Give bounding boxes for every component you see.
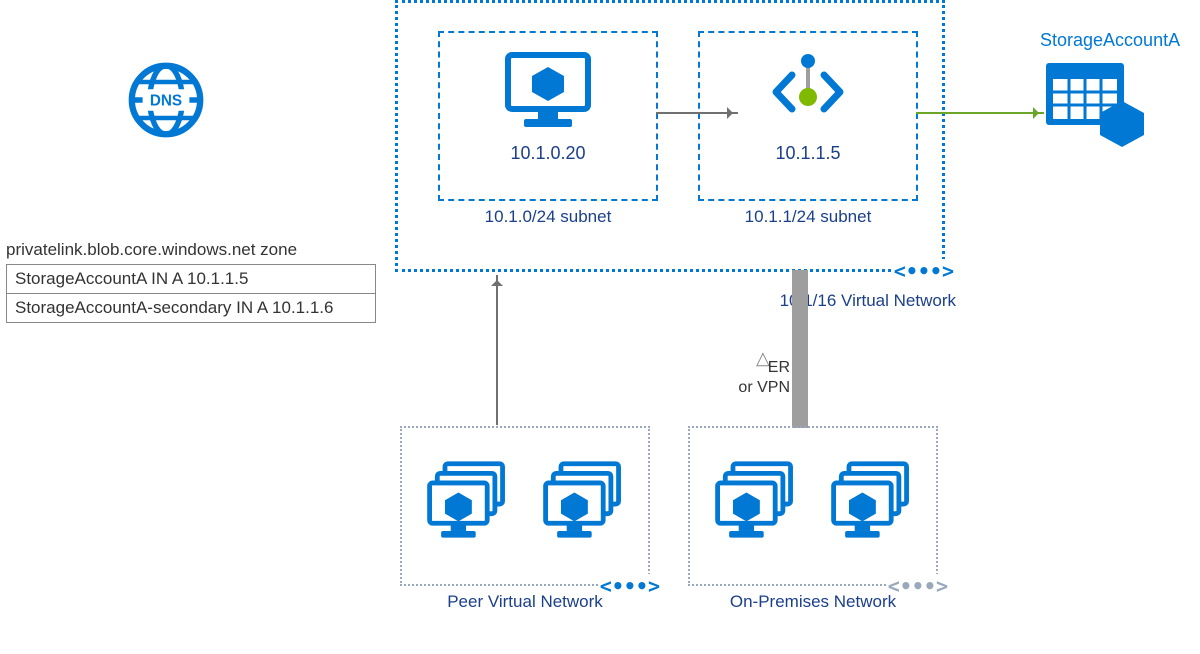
vm-cluster-icon xyxy=(420,458,516,554)
dns-globe-icon: DNS xyxy=(121,55,211,145)
subnet-label: 10.1.1/24 subnet xyxy=(700,207,916,227)
vnet-pin-icon: <•••> xyxy=(892,259,956,283)
subnet-endpoint-ip: 10.1.1.5 xyxy=(700,143,916,164)
subnet-label: 10.1.0/24 subnet xyxy=(440,207,656,227)
er-vpn-label: ER or VPN xyxy=(712,358,790,398)
peer-network-label: Peer Virtual Network xyxy=(402,592,648,612)
dns-zone-title: privatelink.blob.core.windows.net zone xyxy=(6,240,376,260)
vm-cluster-icon xyxy=(824,458,920,554)
storage-account: StorageAccountA xyxy=(1040,30,1180,157)
architecture-diagram: DNS privatelink.blob.core.windows.net zo… xyxy=(0,0,1200,654)
subnet-box: 10.1.0.20 10.1.0/24 subnet xyxy=(438,31,658,201)
storage-account-icon xyxy=(1040,57,1150,157)
dns-record: StorageAccountA-secondary IN A 10.1.1.6 xyxy=(7,294,376,323)
vm-cluster-icon xyxy=(536,458,632,554)
dns-record: StorageAccountA IN A 10.1.1.5 xyxy=(7,265,376,294)
private-endpoint-icon xyxy=(758,47,858,137)
subnet-endpoint-ip: 10.1.0.20 xyxy=(440,143,656,164)
virtual-network-box: 10.1.0.20 10.1.0/24 subnet 10.1.1.5 10.1… xyxy=(395,0,945,272)
arrow-peer-to-vnet xyxy=(496,275,498,425)
dns-records-table: StorageAccountA IN A 10.1.1.5 StorageAcc… xyxy=(6,264,376,323)
vm-icon xyxy=(498,47,598,137)
onprem-network-label: On-Premises Network xyxy=(690,592,936,612)
storage-account-label: StorageAccountA xyxy=(1040,30,1180,51)
vm-cluster-icon xyxy=(708,458,804,554)
er-vpn-connector xyxy=(792,270,808,428)
arrow-endpoint-to-storage xyxy=(916,112,1044,114)
peer-network-box: <•••> Peer Virtual Network xyxy=(400,426,650,586)
arrow-vm-to-endpoint xyxy=(656,112,738,114)
dns-badge-text: DNS xyxy=(150,92,182,109)
onprem-network-box: <•••> On-Premises Network xyxy=(688,426,938,586)
dns-zone-panel: DNS privatelink.blob.core.windows.net zo… xyxy=(6,55,376,323)
